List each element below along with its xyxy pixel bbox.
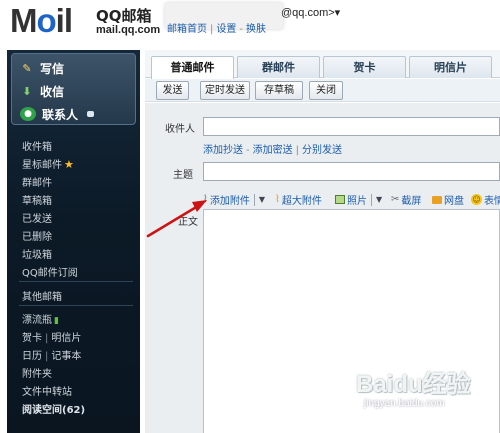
photo-button[interactable]: 照片 ▼ [335,192,382,207]
folder-file-transfer[interactable]: 文件中转站 [22,383,72,398]
paperclip-icon: ⌇ [203,194,208,205]
add-bcc-link[interactable]: 添加密送 [253,145,293,156]
sidebar: ✎ 写信 ⬇ 收信 ● 联系人 收件箱 星标邮件 ★ 群邮件 草稿箱 已发送 已删… [7,50,140,433]
large-attachment-label: 超大附件 [281,196,322,207]
smiley-icon: ☺ [471,194,482,205]
separator: - [239,24,243,35]
emoji-button[interactable]: ☺ 表情 [471,192,500,207]
screenshot-label: 截屏 [401,196,422,207]
quick-actions: ✎ 写信 ⬇ 收信 ● 联系人 [11,53,136,125]
chevron-down-icon[interactable]: ▼ [376,195,382,204]
contacts-button[interactable]: ● 联系人 [12,103,137,125]
folder-sent[interactable]: 已发送 [22,210,52,225]
recipient-options: 添加抄送 - 添加密送 | 分别发送 [203,145,342,156]
receive-button[interactable]: ⬇ 收信 [12,80,137,102]
folder-attachments[interactable]: 附件夹 [22,365,52,380]
header: Moil QQ邮箱 mail.qq.com @qq.com>▾ 邮箱首页 | 设置 -… [0,0,500,48]
tab-group-mail[interactable]: 群邮件 [237,56,320,78]
separator [371,193,372,206]
postcard-link[interactable]: 明信片 [51,333,81,344]
sidebar-divider [19,281,133,282]
add-cc-link[interactable]: 添加抄送 [203,145,243,156]
emoji-label: 表情 [484,196,500,207]
folder-subscription[interactable]: QQ邮件订阅 [22,264,78,279]
cloud-disk-button[interactable]: 网盘 [432,192,464,207]
notepad-link[interactable]: 记事本 [51,351,81,362]
folder-reading-space[interactable]: 阅读空间(62) [22,401,85,416]
bottle-icon: ▮ [54,316,59,326]
tab-greeting-card[interactable]: 贺卡 [323,56,406,78]
contacts-label: 联系人 [42,107,79,122]
separator: | [210,24,214,35]
home-link[interactable]: 邮箱首页 [167,24,207,35]
logo-product-name: QQ邮箱 [96,7,152,25]
pencil-icon: ✎ [22,61,32,75]
folder-spam[interactable]: 垃圾箱 [22,246,52,261]
send-button[interactable]: 发送 [156,81,189,100]
folder-starred[interactable]: 星标邮件 ★ [22,156,74,171]
cloud-disk-label: 网盘 [444,196,464,207]
skin-link[interactable]: 换肤 [246,24,266,35]
add-attachment-button[interactable]: ⌇ 添加附件 ▼ [203,192,265,207]
compose-label: 写信 [40,61,65,76]
settings-link[interactable]: 设置 [216,24,236,35]
watermark-url: jingyan.baidu.com [364,398,445,409]
folder-deleted[interactable]: 已删除 [22,228,52,243]
contacts-icon: ● [20,107,36,121]
tab-normal-mail[interactable]: 普通邮件 [151,56,234,79]
logo-wordmark: Moil [10,2,73,39]
watermark-logo: Baidu经验 [356,371,471,398]
folder-drift-bottle[interactable]: 漂流瓶 ▮ [22,311,59,326]
folder-group[interactable]: 群邮件 [22,174,52,189]
large-paperclip-icon: ⌇ [275,194,280,205]
header-links: 邮箱首页 | 设置 - 换肤 [167,20,266,35]
body-label: 正文 [178,217,198,228]
compose-toolbar: 发送 定时发送 存草稿 关闭 [145,79,500,102]
logo-domain: mail.qq.com [96,24,161,36]
compose-tabs: 普通邮件 群邮件 贺卡 明信片 [145,50,500,79]
chat-bubble-icon [87,111,95,117]
chevron-down-icon[interactable]: ▼ [259,195,265,204]
separator [253,193,255,206]
folder-icon [432,195,442,204]
scissors-icon: ✂ [391,194,400,205]
large-attachment-button[interactable]: ⌇ 超大附件 [275,192,322,207]
screenshot-button[interactable]: ✂ 截屏 [391,192,421,207]
folder-inbox[interactable]: 收件箱 [22,138,52,153]
sidebar-divider [19,305,133,306]
save-draft-button[interactable]: 存草稿 [255,81,303,100]
folder-drafts[interactable]: 草稿箱 [22,192,52,207]
star-icon: ★ [64,158,74,171]
add-attachment-label: 添加附件 [209,196,250,207]
recipient-input[interactable] [203,117,500,136]
folder-calendar-notepad: 日历 | 记事本 [22,351,82,362]
photo-label: 照片 [347,196,367,207]
close-button[interactable]: 关闭 [309,81,343,100]
download-icon: ⬇ [22,84,32,98]
recipient-label: 收件人 [165,124,195,135]
compose-button[interactable]: ✎ 写信 [12,57,137,79]
attachment-toolbar: ⌇ 添加附件 ▼ ⌇ 超大附件 照片 ▼ ✂ 截屏 网盘 ☺ 表情 [203,189,500,209]
subject-label: 主题 [173,170,193,181]
watermark: Baidu经验 jingyan.baidu.com [356,364,496,424]
tab-postcard[interactable]: 明信片 [409,56,492,78]
photo-icon [335,195,345,204]
folder-card-postcard: 贺卡 | 明信片 [22,333,82,344]
folder-other-mailbox[interactable]: 其他邮箱 [22,288,62,303]
schedule-send-button[interactable]: 定时发送 [200,81,250,100]
subject-input[interactable] [203,162,500,181]
calendar-link[interactable]: 日历 [22,351,42,362]
card-link[interactable]: 贺卡 [22,333,42,344]
separate-send-link[interactable]: 分别发送 [302,145,342,156]
account-dropdown[interactable]: @qq.com>▾ [281,6,340,19]
receive-label: 收信 [40,84,65,99]
